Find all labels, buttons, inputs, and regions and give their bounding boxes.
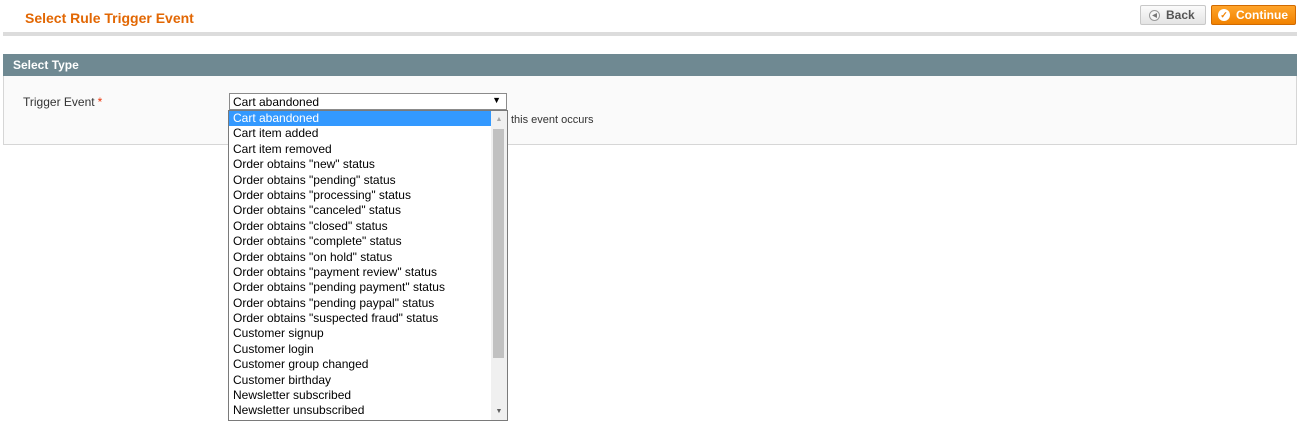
title-divider [3, 32, 1297, 36]
back-button-label: Back [1166, 8, 1195, 22]
dropdown-option[interactable]: Customer group changed [229, 357, 491, 372]
dropdown-option[interactable]: Order obtains "on hold" status [229, 250, 491, 265]
option-list: Cart abandoned Cart item added Cart item r… [229, 111, 491, 419]
dropdown-option[interactable]: Order obtains "closed" status [229, 219, 491, 234]
dropdown-option[interactable]: Customer login [229, 342, 491, 357]
section-body [3, 76, 1297, 145]
dropdown-option[interactable]: Customer signup [229, 326, 491, 341]
dropdown-option[interactable]: Order obtains "canceled" status [229, 203, 491, 218]
dropdown-option[interactable]: Order obtains "complete" status [229, 234, 491, 249]
dropdown-option[interactable]: Cart abandoned [229, 111, 491, 127]
required-mark: * [97, 95, 103, 109]
dropdown-option[interactable]: Cart item added [229, 126, 491, 141]
checkmark-icon: ✓ [1218, 9, 1230, 21]
trigger-event-select[interactable]: Cart abandoned ▼ [229, 93, 507, 110]
scroll-down-arrow-icon[interactable]: ▼ [491, 403, 507, 420]
dropdown-option[interactable]: Order obtains "processing" status [229, 188, 491, 203]
trigger-event-dropdown-list[interactable]: Cart abandoned Cart item added Cart item r… [228, 110, 508, 421]
dropdown-option[interactable]: Newsletter subscribed [229, 388, 491, 403]
continue-button-label: Continue [1236, 8, 1288, 22]
dropdown-option[interactable]: Customer birthday [229, 373, 491, 388]
scroll-up-arrow-icon[interactable]: ▲ [491, 111, 507, 128]
field-note: this event occurs [511, 114, 594, 126]
trigger-event-selected-value: Cart abandoned [233, 95, 320, 109]
dropdown-option[interactable]: Order obtains "new" status [229, 157, 491, 172]
chevron-down-icon[interactable]: ▼ [492, 95, 501, 105]
back-arrow-icon: ◀ [1149, 9, 1160, 21]
dropdown-option[interactable]: Order obtains "pending payment" status [229, 280, 491, 295]
trigger-event-label-text: Trigger Event [23, 95, 95, 109]
dropdown-option[interactable]: Cart item removed [229, 142, 491, 157]
dropdown-option[interactable]: Order obtains "suspected fraud" status [229, 311, 491, 326]
dropdown-option[interactable]: Newsletter unsubscribed [229, 403, 491, 418]
dropdown-option[interactable]: Order obtains "pending" status [229, 173, 491, 188]
back-button[interactable]: ◀ Back [1140, 5, 1206, 25]
continue-button[interactable]: ✓ Continue [1211, 5, 1296, 25]
section-header: Select Type [3, 54, 1297, 76]
dropdown-option[interactable]: Order obtains "payment review" status [229, 265, 491, 280]
scrollbar-thumb[interactable] [493, 129, 504, 358]
trigger-event-label: Trigger Event * [23, 95, 102, 109]
dropdown-option[interactable]: Order obtains "pending paypal" status [229, 296, 491, 311]
dropdown-scrollbar[interactable]: ▲ ▼ [491, 111, 507, 420]
page-title: Select Rule Trigger Event [25, 10, 194, 26]
